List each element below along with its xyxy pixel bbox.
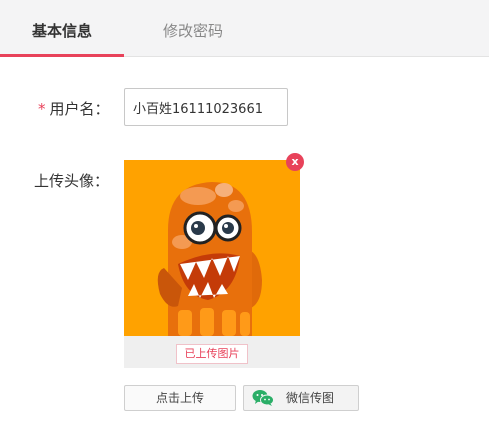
uploaded-status-tag: 已上传图片 bbox=[176, 344, 248, 364]
tab-change-password[interactable]: 修改密码 bbox=[148, 0, 238, 56]
username-input[interactable] bbox=[124, 88, 288, 126]
click-upload-button[interactable]: 点击上传 bbox=[124, 385, 236, 411]
wechat-icon bbox=[252, 390, 274, 406]
remove-avatar-close-icon[interactable]: x bbox=[286, 153, 304, 171]
tab-basic-info[interactable]: 基本信息 bbox=[0, 0, 124, 57]
wechat-button-label: 微信传图 bbox=[285, 391, 334, 405]
avatar-preview: 已上传图片 bbox=[124, 160, 300, 368]
monster-avatar-image bbox=[124, 160, 300, 336]
tab-bar: 基本信息 修改密码 bbox=[0, 0, 489, 57]
avatar-label: 上传头像： bbox=[34, 172, 110, 190]
username-label: * 用户名： bbox=[38, 98, 110, 119]
wechat-upload-button[interactable]: 微信传图 bbox=[243, 385, 359, 411]
required-mark: * bbox=[38, 100, 46, 118]
username-label-text: 用户名： bbox=[49, 100, 110, 118]
